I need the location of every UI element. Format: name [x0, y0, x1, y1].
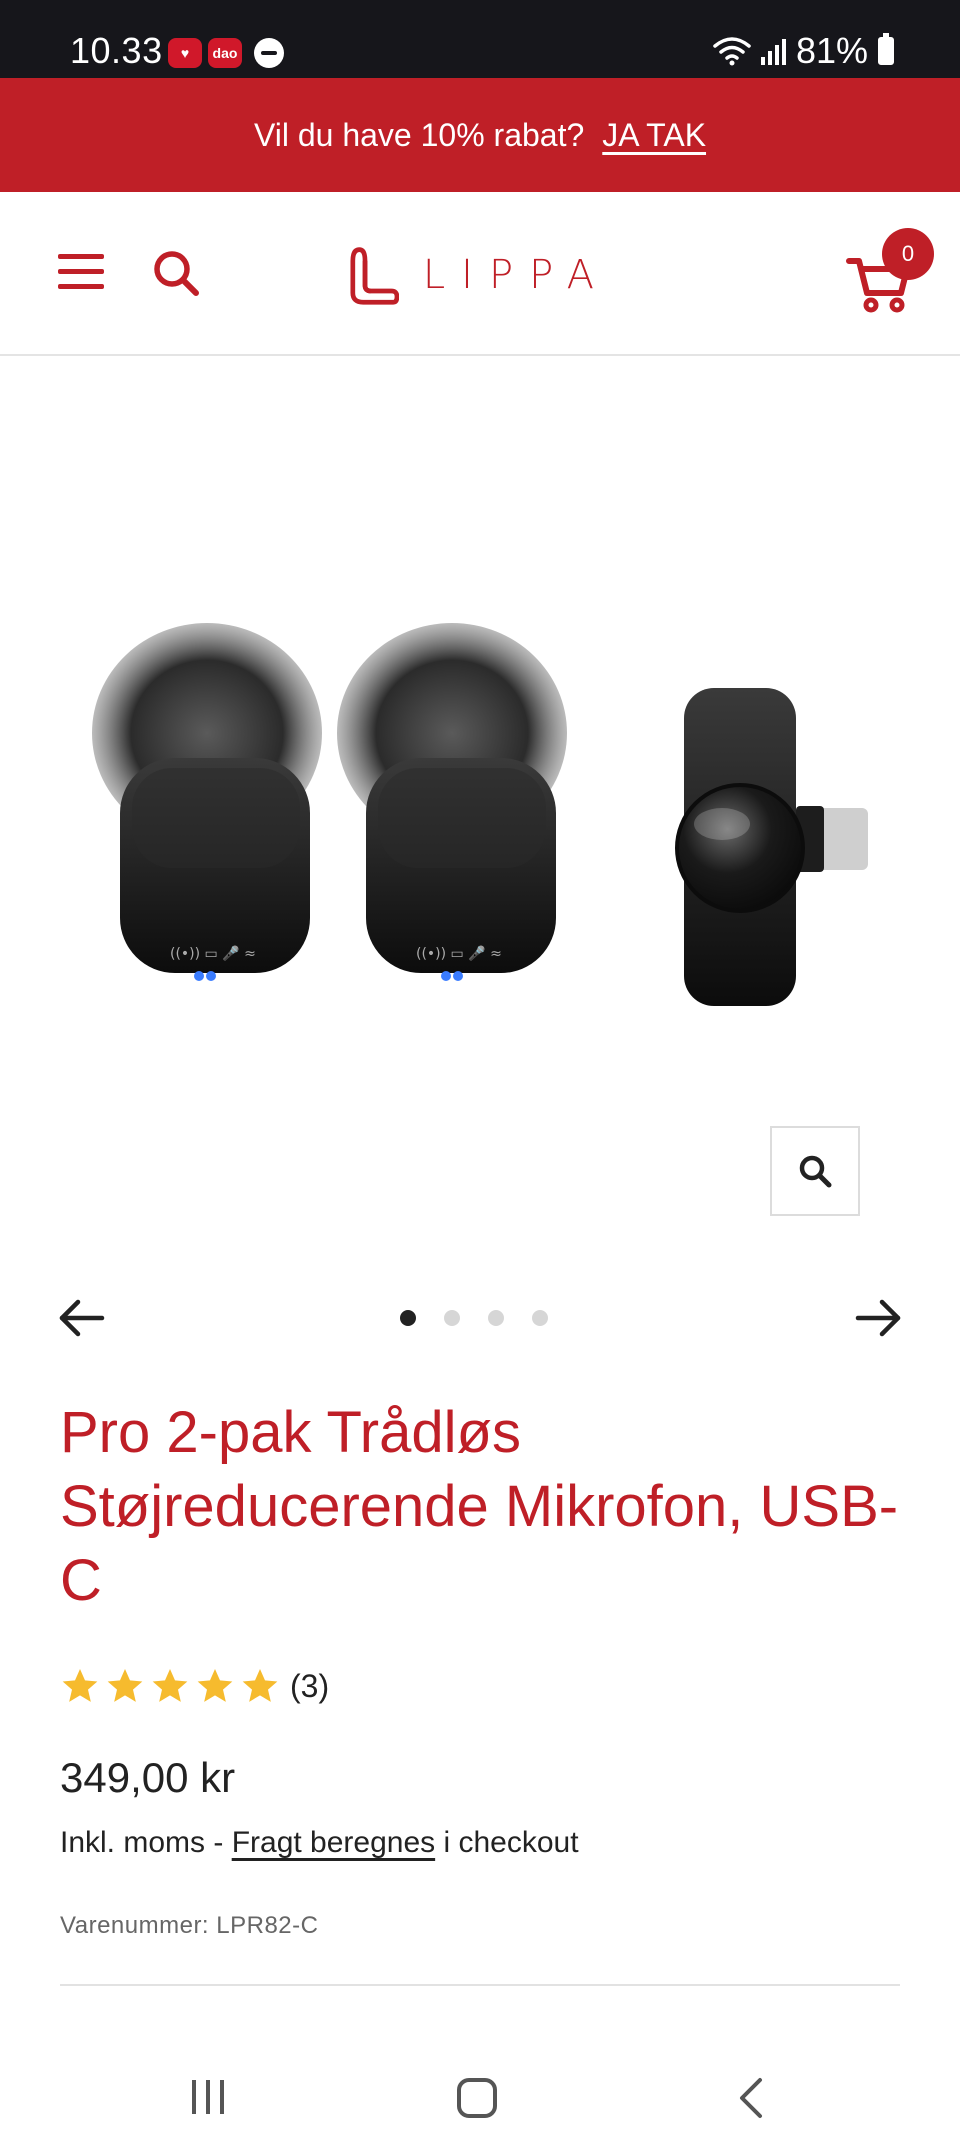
recent-apps-icon[interactable] — [190, 2078, 230, 2118]
site-header: LIPPA — [0, 192, 960, 356]
notification-icon-heart: ♥ — [168, 38, 202, 68]
next-image-arrow-icon[interactable] — [854, 1298, 902, 1338]
status-time: 10.33 — [70, 30, 163, 71]
notification-icon-dao: dao — [208, 38, 242, 68]
gallery-dot-4[interactable] — [532, 1310, 548, 1326]
home-icon[interactable] — [457, 2078, 497, 2118]
status-indicators: 81% — [713, 30, 894, 72]
promo-text: Vil du have 10% rabat? — [253, 116, 585, 153]
tax-suffix: i checkout — [435, 1826, 579, 1859]
gallery-dot-2[interactable] — [444, 1310, 460, 1326]
zoom-button[interactable] — [770, 1126, 860, 1216]
wifi-icon — [713, 37, 751, 66]
product-sku: Varenummer: LPR82-C — [60, 1912, 319, 1939]
gallery-dot-1[interactable] — [400, 1310, 416, 1326]
search-icon[interactable] — [150, 247, 202, 299]
star-icon — [62, 1669, 98, 1702]
do-not-disturb-icon — [254, 38, 284, 68]
star-icon — [107, 1669, 143, 1702]
product-gallery[interactable]: ((•)) ▭ 🎤 ≈ ((•)) ▭ 🎤 ≈ — [0, 358, 960, 1258]
promo-banner: Vil du have 10% rabat? JA TAK — [0, 78, 960, 192]
tax-shipping-note: Inkl. moms - Fragt beregnes i checkout — [60, 1826, 579, 1860]
review-count: (3) — [290, 1667, 330, 1704]
battery-percent: 81% — [795, 30, 868, 71]
back-icon[interactable] — [732, 2076, 772, 2120]
product-rating[interactable]: (3) — [60, 1666, 329, 1706]
shipping-link[interactable]: Fragt beregnes — [232, 1826, 435, 1859]
menu-icon[interactable] — [58, 252, 106, 292]
status-bar: 10.33 ♥ dao 81% — [0, 0, 960, 78]
divider — [60, 1984, 900, 1986]
promo-accept-link[interactable]: JA TAK — [602, 117, 706, 154]
tax-prefix: Inkl. moms - — [60, 1826, 232, 1859]
product-image: ((•)) ▭ 🎤 ≈ ((•)) ▭ 🎤 ≈ — [92, 623, 868, 1006]
zoom-search-icon — [799, 1155, 832, 1188]
cart-count-badge: 0 — [882, 228, 934, 280]
product-price: 349,00 kr — [60, 1754, 236, 1801]
site-logo[interactable]: LIPPA — [350, 242, 610, 308]
logo-text: LIPPA — [422, 252, 610, 298]
gallery-dot-3[interactable] — [488, 1310, 504, 1326]
star-icon — [242, 1669, 278, 1702]
star-icon — [197, 1669, 233, 1702]
signal-icon — [760, 37, 786, 65]
svg-text:((•)) ▭ 🎤 ≈: ((•)) ▭ 🎤 ≈ — [170, 944, 256, 962]
system-navigation-bar — [0, 2026, 960, 2133]
star-icon — [152, 1669, 188, 1702]
previous-image-arrow-icon[interactable] — [58, 1298, 106, 1338]
rating-stars — [60, 1666, 280, 1706]
logo-mark — [350, 247, 399, 305]
gallery-pagination — [400, 1310, 548, 1326]
svg-text:((•)) ▭ 🎤 ≈: ((•)) ▭ 🎤 ≈ — [416, 944, 502, 962]
battery-icon — [878, 33, 894, 65]
product-title: Pro 2-pak Trådløs Støjreducerende Mikrof… — [60, 1400, 899, 1613]
